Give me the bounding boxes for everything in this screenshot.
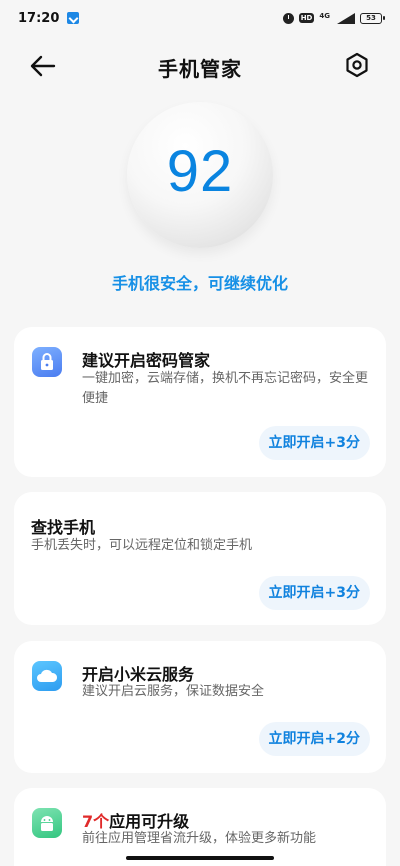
battery-icon: 53 [360,12,385,24]
status-indicators: HD 4G 53 [282,11,385,25]
settings-button[interactable] [344,52,370,78]
enable-find-phone-button[interactable]: 立即开启+3分 [258,576,370,610]
card-title: 建议开启密码管家 [82,351,211,370]
security-status-text: 手机很安全，可继续优化 [111,274,288,293]
card-app-updates[interactable]: 7个应用可升级 前往应用管理省流升级，体验更多新功能 [14,788,386,866]
card-description: 手机丢失时，可以远程定位和锁定手机 [31,538,253,553]
card-find-phone[interactable]: 查找手机 手机丢失时，可以远程定位和锁定手机 立即开启+3分 [14,492,386,625]
enable-password-manager-button[interactable]: 立即开启+3分 [258,426,370,460]
card-mi-cloud[interactable]: 开启小米云服务 建议开启云服务，保证数据安全 立即开启+2分 [14,641,386,773]
notification-app-icon [67,12,80,24]
card-title: 查找手机 [31,518,96,537]
alarm-icon [282,12,294,24]
android-app-icon [32,808,62,838]
enable-mi-cloud-button[interactable]: 立即开启+2分 [258,722,370,756]
status-bar: 17:20 HD 4G 53 [0,0,400,36]
cloud-icon [32,661,62,691]
security-score-ball[interactable]: 92 [127,102,273,248]
network-type: 4G [319,11,330,20]
signal-icon [335,12,355,24]
hd-badge: HD [298,13,315,23]
card-password-manager[interactable]: 建议开启密码管家 一键加密，云端存储，换机不再忘记密码，安全更便捷 立即开启+3… [14,327,386,477]
home-indicator[interactable] [126,856,274,860]
page-title: 手机管家 [158,57,242,81]
lock-icon [32,347,62,377]
card-description: 建议开启云服务，保证数据安全 [82,684,265,699]
status-time: 17:20 [18,10,60,26]
card-description: 一键加密，云端存储，换机不再忘记密码，安全更便捷 [82,371,369,406]
security-score: 92 [166,139,234,204]
header: 手机管家 [0,40,400,92]
card-description: 前往应用管理省流升级，体验更多新功能 [82,831,317,846]
settings-icon [346,52,368,78]
